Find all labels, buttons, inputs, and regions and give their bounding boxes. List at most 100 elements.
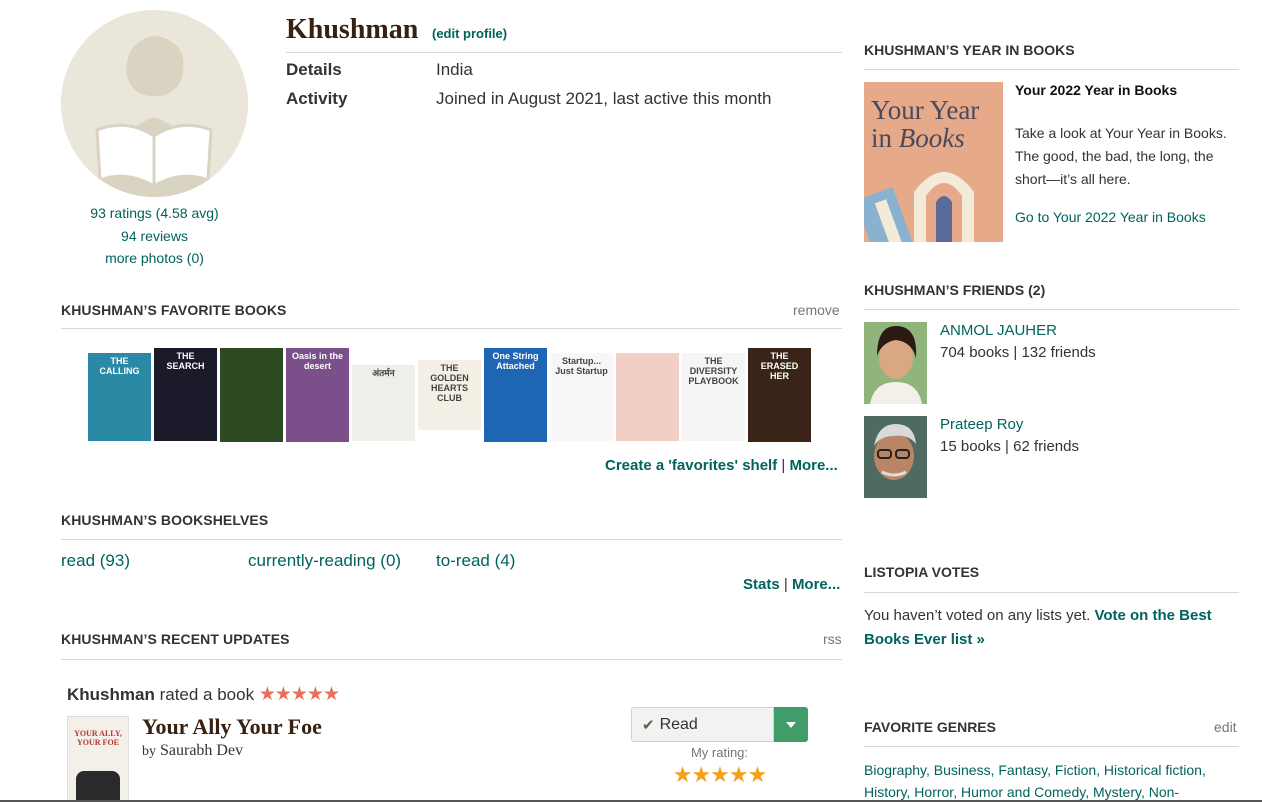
ratings-link[interactable]: 93 ratings (4.58 avg) bbox=[61, 205, 248, 221]
update-book-byline: by Saurabh Dev bbox=[142, 742, 243, 760]
activity-label: Activity bbox=[286, 89, 348, 108]
reviews-link[interactable]: 94 reviews bbox=[61, 228, 248, 244]
favorite-book-cover[interactable]: अंतर्मन bbox=[352, 365, 415, 441]
shelf-to-read-link[interactable]: to-read (4) bbox=[436, 551, 515, 571]
details-label: Details bbox=[286, 60, 342, 79]
genres-line-2[interactable]: History, Horror, Humor and Comedy, Myste… bbox=[864, 784, 1179, 800]
favorite-book-cover[interactable]: THE ERASED HER bbox=[748, 348, 811, 442]
friend-meta: 704 books | 132 friends bbox=[940, 344, 1096, 361]
cover-art bbox=[76, 771, 120, 802]
book-arches-icon bbox=[864, 172, 974, 242]
read-status-button-group: ✔ Read bbox=[631, 707, 808, 742]
year-in-books-link[interactable]: Go to Your 2022 Year in Books bbox=[1015, 209, 1206, 225]
update-book-title[interactable]: Your Ally Your Foe bbox=[142, 714, 322, 740]
favorite-book-cover[interactable]: THE GOLDEN HEARTS CLUB bbox=[418, 360, 481, 430]
image-line-2: in bbox=[871, 123, 893, 153]
edit-genres-link[interactable]: edit bbox=[1214, 719, 1237, 735]
my-rating-stars[interactable]: ★★★★★ bbox=[631, 762, 808, 788]
favorite-book-cover-text bbox=[220, 348, 283, 354]
year-in-books-image-text: Your Year in Books bbox=[871, 96, 979, 152]
year-in-books-title: KHUSHMAN’S YEAR IN BOOKS bbox=[864, 42, 1075, 58]
by-label: by bbox=[142, 744, 156, 759]
favorite-book-cover[interactable]: THE CALLING bbox=[88, 353, 151, 441]
friend-avatar[interactable] bbox=[864, 322, 927, 404]
read-status-button[interactable]: ✔ Read bbox=[631, 707, 774, 742]
favorite-book-cover-text: Startup... Just Startup bbox=[555, 356, 608, 376]
update-user-link[interactable]: Khushman bbox=[67, 685, 155, 704]
read-status-label: Read bbox=[659, 715, 698, 733]
my-rating-label: My rating: bbox=[690, 745, 749, 760]
genres-list: Biography, Business, Fantasy, Fiction, H… bbox=[864, 759, 1206, 802]
checkmark-icon: ✔ bbox=[642, 716, 655, 734]
profile-name: Khushman bbox=[286, 14, 419, 45]
favorite-genres-title: FAVORITE GENRES bbox=[864, 719, 996, 735]
shelf-dropdown-button[interactable] bbox=[774, 707, 808, 742]
photos-link[interactable]: more photos (0) bbox=[61, 250, 248, 266]
divider bbox=[286, 52, 842, 53]
bookshelves-actions: Stats | More... bbox=[743, 576, 840, 593]
dropdown-arrow-icon bbox=[786, 721, 796, 728]
favorites-actions: Create a 'favorites' shelf | More... bbox=[605, 457, 838, 474]
friend-avatar[interactable] bbox=[864, 416, 927, 498]
favorite-book-cover-text: THE CALLING bbox=[99, 356, 140, 376]
divider bbox=[61, 539, 842, 540]
friend-photo-icon bbox=[864, 322, 927, 404]
listopia-message: You haven’t voted on any lists yet. bbox=[864, 607, 1091, 624]
create-favorites-shelf-link[interactable]: Create a 'favorites' shelf bbox=[605, 457, 777, 474]
friend-meta: 15 books | 62 friends bbox=[940, 438, 1079, 455]
update-headline: Khushman rated a book ★★★★★ bbox=[67, 683, 340, 706]
divider bbox=[864, 69, 1239, 70]
favorite-book-cover-text: One String Attached bbox=[492, 351, 539, 371]
year-in-books-image[interactable]: Your Year in Books bbox=[864, 82, 1003, 242]
update-star-rating: ★★★★★ bbox=[258, 684, 340, 705]
divider bbox=[864, 309, 1239, 310]
favorite-book-cover[interactable]: One String Attached bbox=[484, 348, 547, 442]
year-in-books-heading: Your 2022 Year in Books bbox=[1015, 82, 1178, 98]
bookshelves-more-link[interactable]: More... bbox=[792, 576, 840, 593]
genres-line-1[interactable]: Biography, Business, Fantasy, Fiction, H… bbox=[864, 762, 1206, 778]
remove-favorites-link[interactable]: remove bbox=[793, 302, 840, 318]
friends-title: KHUSHMAN’S FRIENDS (2) bbox=[864, 282, 1046, 298]
bookshelves-title: KHUSHMAN’S BOOKSHELVES bbox=[61, 512, 269, 528]
listopia-title: LISTOPIA VOTES bbox=[864, 564, 980, 580]
shelf-currently-reading-link[interactable]: currently-reading (0) bbox=[248, 551, 401, 571]
update-author-link[interactable]: Saurabh Dev bbox=[160, 742, 243, 759]
favorite-book-cover[interactable]: THE DIVERSITY PLAYBOOK bbox=[682, 353, 745, 441]
image-line-1: Your Year bbox=[871, 95, 980, 125]
profile-avatar[interactable] bbox=[61, 10, 248, 197]
favorite-book-cover[interactable]: Oasis in the desert bbox=[286, 348, 349, 442]
stats-link[interactable]: Stats bbox=[743, 576, 780, 593]
favorite-book-cover[interactable] bbox=[616, 353, 679, 441]
reader-silhouette-icon bbox=[61, 10, 247, 197]
favorite-book-cover-text: Oasis in the desert bbox=[291, 351, 344, 371]
favorite-book-cover[interactable]: THE SEARCH bbox=[154, 348, 217, 441]
favorite-book-cover[interactable]: Startup... Just Startup bbox=[550, 353, 613, 441]
activity-value: Joined in August 2021, last active this … bbox=[436, 89, 772, 108]
friend-name-link[interactable]: Prateep Roy bbox=[940, 416, 1023, 433]
shelf-read-link[interactable]: read (93) bbox=[61, 551, 130, 571]
separator: | bbox=[781, 457, 786, 474]
favorite-books-title: KHUSHMAN’S FAVORITE BOOKS bbox=[61, 302, 287, 318]
update-book-cover-text: YOUR ALLY, YOUR FOE bbox=[74, 729, 122, 747]
listopia-text: You haven’t voted on any lists yet. Vote… bbox=[864, 604, 1239, 652]
divider bbox=[864, 746, 1239, 747]
divider bbox=[61, 659, 842, 660]
divider bbox=[61, 328, 842, 329]
year-in-books-body: Take a look at Your Year in Books. The g… bbox=[1015, 125, 1227, 187]
favorites-more-link[interactable]: More... bbox=[789, 457, 837, 474]
favorite-book-cover-text bbox=[616, 353, 679, 359]
update-book-cover[interactable]: YOUR ALLY, YOUR FOE bbox=[67, 716, 129, 802]
favorite-book-cover-text: THE SEARCH bbox=[166, 351, 205, 371]
divider bbox=[864, 592, 1239, 593]
favorite-book-cover-text: THE GOLDEN HEARTS CLUB bbox=[430, 363, 469, 403]
update-action: rated a book bbox=[159, 685, 255, 704]
favorite-book-cover[interactable] bbox=[220, 348, 283, 442]
favorite-book-cover-text: THE DIVERSITY PLAYBOOK bbox=[688, 356, 739, 386]
favorite-book-cover-text: THE ERASED HER bbox=[760, 351, 799, 381]
rss-link[interactable]: rss bbox=[823, 631, 842, 647]
friend-photo-icon bbox=[864, 416, 927, 498]
image-line-3: Books bbox=[898, 123, 965, 153]
separator: | bbox=[783, 576, 788, 593]
edit-profile-link[interactable]: (edit profile) bbox=[432, 26, 507, 41]
friend-name-link[interactable]: ANMOL JAUHER bbox=[940, 322, 1057, 339]
